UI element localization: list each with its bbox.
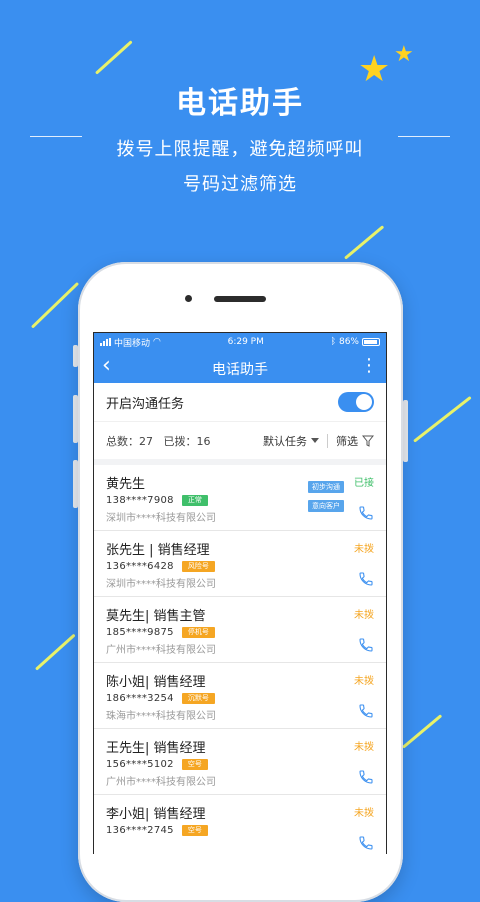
- phone-call-icon[interactable]: [358, 835, 374, 851]
- carrier-name: 中国移动: [114, 338, 151, 349]
- status-time: 6:29 PM: [227, 337, 264, 347]
- contact-list: 黄先生 138****7908 正常 深圳市****科技有限公司 初步沟通 意向客…: [94, 465, 386, 854]
- contact-phone: 185****9875: [106, 627, 174, 638]
- call-status: 未拨: [354, 676, 374, 687]
- divider: [327, 433, 328, 448]
- contact-row[interactable]: 黄先生 138****7908 正常 深圳市****科技有限公司 初步沟通 意向客…: [94, 465, 386, 531]
- contact-phone: 138****7908: [106, 495, 174, 506]
- contact-phone: 136****6428: [106, 561, 174, 572]
- deco-stroke: [94, 40, 133, 75]
- task-toggle-switch[interactable]: [338, 392, 374, 412]
- contact-phone: 186****3254: [106, 693, 174, 704]
- phone-call-icon[interactable]: [358, 637, 374, 653]
- filter-button[interactable]: 筛选: [336, 433, 374, 449]
- number-status-badge: 空号: [181, 825, 208, 836]
- contact-row[interactable]: 王先生| 销售经理 156****5102 空号 广州市****科技有限公司 未…: [94, 729, 386, 795]
- call-status: 未拨: [354, 742, 374, 753]
- sort-label: 默认任务: [263, 434, 307, 448]
- customer-tag: 初步沟通: [308, 481, 344, 493]
- contact-row[interactable]: 陈小姐| 销售经理 186****3254 沉默号 珠海市****科技有限公司 …: [94, 663, 386, 729]
- call-status: 已接: [354, 478, 374, 489]
- battery-icon: [362, 338, 380, 346]
- customer-tag: 意向客户: [308, 500, 344, 512]
- stats-row: 总数：27 已拨：16 默认任务 筛选: [94, 421, 386, 459]
- call-status: 未拨: [354, 544, 374, 555]
- filter-icon: [362, 435, 374, 447]
- contact-row[interactable]: 莫先生| 销售主管 185****9875 停机号 广州市****科技有限公司 …: [94, 597, 386, 663]
- more-icon[interactable]: ⋮: [360, 355, 378, 377]
- wifi-icon: ◠: [153, 337, 161, 347]
- total-label: 总数：: [106, 434, 139, 448]
- contact-name: 莫先生| 销售主管: [106, 609, 206, 624]
- signal-icon: [100, 338, 111, 346]
- number-status-badge: 空号: [181, 759, 208, 770]
- star-icon: ★: [394, 42, 414, 67]
- contact-name: 王先生| 销售经理: [106, 741, 206, 756]
- phone-call-icon[interactable]: [358, 505, 374, 521]
- contact-tags: 初步沟通 意向客户: [308, 481, 344, 512]
- contact-name: 张先生 | 销售经理: [106, 543, 210, 558]
- deco-stroke: [344, 225, 385, 260]
- phone-call-icon[interactable]: [358, 571, 374, 587]
- number-status-badge: 正常: [181, 495, 208, 506]
- battery-percent: 86%: [338, 337, 359, 347]
- contact-company: 广州市****科技有限公司: [106, 645, 216, 656]
- contact-phone: 136****2745: [106, 825, 174, 836]
- hero-title: 电话助手: [176, 86, 304, 121]
- app-screen: 中国移动 ◠ 6:29 PM ᛒ 86% ‹ 电话助手 ⋮ 开启沟通任务 总数：…: [93, 332, 387, 854]
- contact-row[interactable]: 张先生 | 销售经理 136****6428 风险号 深圳市****科技有限公司…: [94, 531, 386, 597]
- camera-icon: [185, 295, 192, 302]
- deco-stroke: [30, 281, 80, 329]
- phone-side-button: [403, 400, 408, 462]
- total-value: 27: [139, 434, 153, 448]
- chevron-down-icon: [311, 438, 319, 443]
- hero-subtitle-1: 拨号上限提醒，避免超频呼叫: [116, 139, 364, 160]
- deco-stroke: [402, 714, 443, 749]
- contact-phone: 156****5102: [106, 759, 174, 770]
- filter-label: 筛选: [336, 434, 358, 448]
- contact-row[interactable]: 李小姐| 销售经理 136****2745 空号 未拨: [94, 795, 386, 854]
- hero-subtitle-2: 号码过滤筛选: [183, 174, 297, 195]
- speaker-icon: [214, 296, 266, 302]
- phone-call-icon[interactable]: [358, 769, 374, 785]
- number-status-badge: 停机号: [181, 627, 215, 638]
- task-toggle-label: 开启沟通任务: [106, 396, 185, 412]
- dialed-value: 16: [196, 434, 211, 448]
- nav-title: 电话助手: [212, 362, 268, 378]
- call-status: 未拨: [354, 610, 374, 621]
- deco-stroke: [413, 395, 472, 443]
- task-toggle-row: 开启沟通任务: [94, 383, 386, 421]
- number-status-badge: 沉默号: [181, 693, 215, 704]
- contact-company: 广州市****科技有限公司: [106, 777, 216, 788]
- number-status-badge: 风险号: [181, 561, 215, 572]
- contact-company: 深圳市****科技有限公司: [106, 579, 216, 590]
- contact-company: 珠海市****科技有限公司: [106, 711, 216, 722]
- deco-stroke: [34, 633, 76, 671]
- dialed-label: 已拨：: [163, 434, 197, 448]
- contact-name: 陈小姐| 销售经理: [106, 675, 206, 690]
- call-status: 未拨: [354, 808, 374, 819]
- phone-call-icon[interactable]: [358, 703, 374, 719]
- sort-dropdown[interactable]: 默认任务: [263, 433, 319, 449]
- contact-name: 李小姐| 销售经理: [106, 807, 206, 822]
- bluetooth-icon: ᛒ: [330, 337, 336, 347]
- status-bar: 中国移动 ◠ 6:29 PM ᛒ 86%: [94, 333, 386, 351]
- nav-bar: ‹ 电话助手 ⋮: [94, 351, 386, 383]
